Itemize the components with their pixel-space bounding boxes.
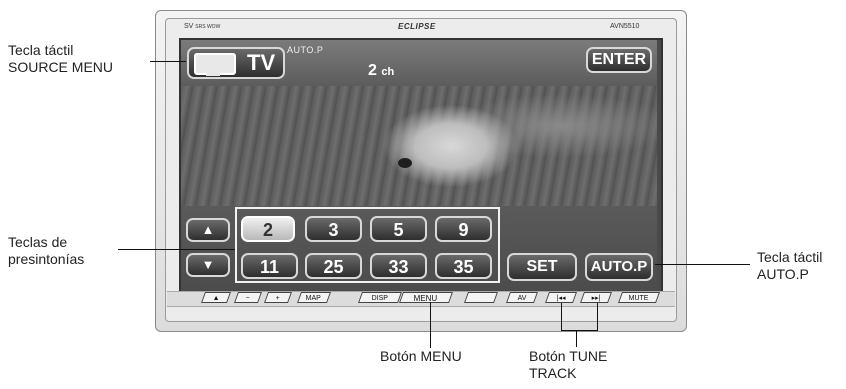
preset-key[interactable]: 33: [370, 253, 427, 279]
disp-button[interactable]: DISP: [357, 292, 403, 303]
volume-up-button[interactable]: +: [263, 292, 293, 303]
preset-key[interactable]: 25: [305, 253, 362, 279]
leader-line-presets: [118, 249, 235, 250]
leader-line-autop: [655, 264, 750, 265]
eclipse-logo: ECLIPSE: [398, 22, 436, 31]
preset-key[interactable]: 5: [370, 216, 427, 242]
track-next-button[interactable]: ▸▸|: [579, 292, 613, 303]
leader-line-tune-right: [597, 303, 598, 330]
model-label: AVN5510: [610, 23, 640, 30]
preset-key-selected[interactable]: 2: [241, 216, 295, 242]
callout-menu-button: Botón MENU: [380, 348, 462, 364]
autop-indicator: AUTO.P: [287, 45, 324, 55]
tv-icon: [194, 53, 236, 75]
av-button[interactable]: AV: [505, 292, 539, 303]
callout-autop: Tecla táctil AUTO.P: [757, 249, 823, 282]
leader-line-tune-stem: [576, 330, 577, 347]
blank-button[interactable]: [463, 292, 499, 303]
set-button[interactable]: SET: [507, 253, 577, 281]
enter-button[interactable]: ENTER: [586, 47, 652, 73]
preset-key[interactable]: 3: [305, 216, 362, 242]
volume-down-button[interactable]: −: [233, 292, 263, 303]
preset-up-button[interactable]: ▲: [186, 218, 230, 242]
callout-source-menu: Tecla táctil SOURCE MENU: [8, 42, 114, 75]
video-detail: [398, 158, 412, 168]
autop-button[interactable]: AUTO.P: [585, 253, 653, 281]
track-prev-button[interactable]: |◂◂: [544, 292, 578, 303]
menu-button[interactable]: MENU: [398, 292, 454, 303]
leader-line-tune-bar: [561, 330, 598, 331]
leader-line-menu: [430, 302, 431, 348]
tv-icon-stand: [206, 73, 220, 76]
eject-button[interactable]: ▲: [200, 292, 232, 303]
leader-line-source: [150, 61, 186, 62]
mute-button[interactable]: MUTE: [617, 292, 661, 303]
channel-display: 2 ch: [368, 62, 394, 80]
map-button[interactable]: MAP: [296, 292, 332, 303]
channel-unit: ch: [381, 66, 395, 78]
tv-video-image: [181, 86, 657, 206]
preset-key[interactable]: 9: [435, 216, 492, 242]
callout-tune-track: Botón TUNE TRACK: [529, 348, 608, 381]
preset-key[interactable]: 35: [435, 253, 492, 279]
leader-line-tune-left: [561, 303, 562, 330]
callout-presets: Teclas de presintonías: [8, 234, 85, 267]
srs-logo: SV SRS WOW: [184, 23, 221, 30]
channel-number: 2: [368, 62, 377, 79]
preset-key[interactable]: 11: [241, 253, 298, 279]
preset-down-button[interactable]: ▼: [186, 253, 230, 277]
